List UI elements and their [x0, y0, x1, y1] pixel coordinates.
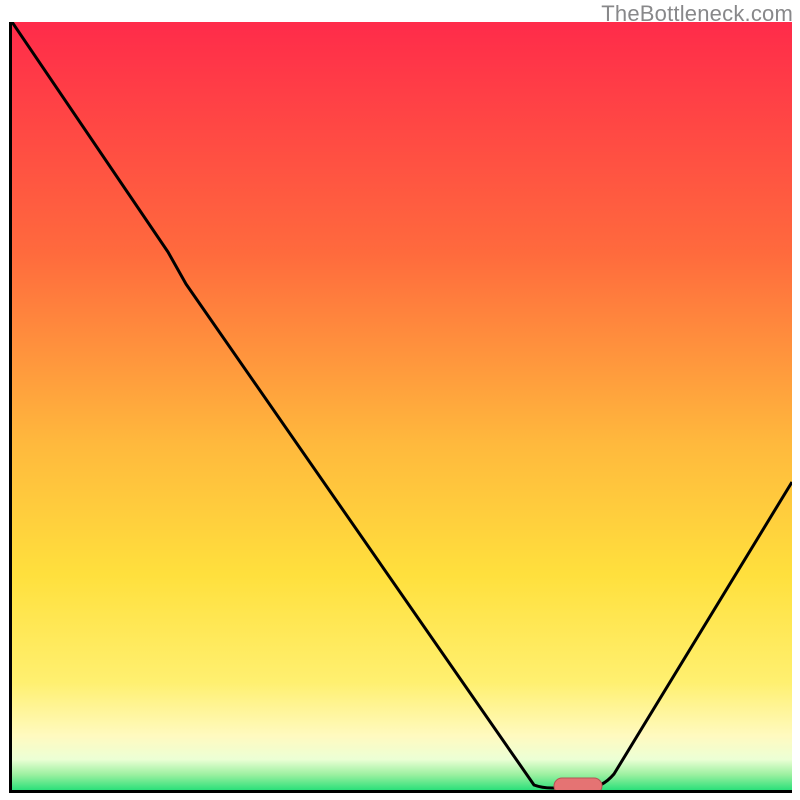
chart-svg [12, 22, 792, 790]
watermark-text: TheBottleneck.com [601, 1, 793, 27]
optimal-marker [554, 778, 602, 790]
chart-frame [9, 22, 792, 793]
